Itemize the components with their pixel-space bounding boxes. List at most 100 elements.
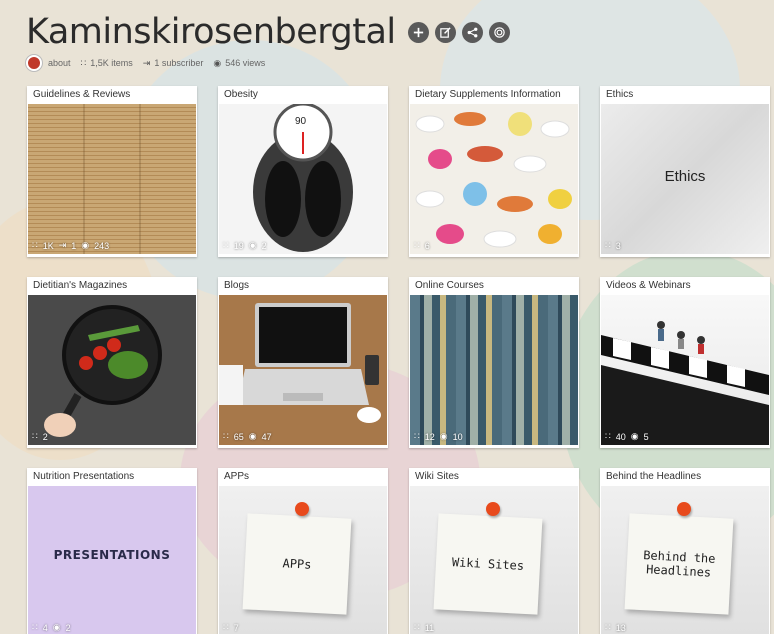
tile-label: Behind the Headlines (606, 471, 702, 482)
svg-text:90: 90 (295, 116, 307, 127)
plus-icon[interactable] (407, 21, 429, 43)
tile-stats: ∷ 19 ◉ 2 (223, 240, 272, 251)
tile-obesity[interactable]: Obesity 90 ∷ 19 ◉ 2 (218, 86, 388, 257)
eye-icon: ◉ (248, 431, 257, 441)
tile-label: Wiki Sites (415, 471, 459, 482)
grid-icon: ∷ (605, 622, 611, 632)
items-stat: 12 (424, 431, 435, 442)
target-icon[interactable] (488, 21, 510, 43)
newspaper-image (28, 104, 196, 254)
grid-icon: ∷ (32, 431, 38, 441)
items-label: 1,5K items (90, 58, 133, 68)
views-stat: 2 (65, 622, 71, 633)
tile-dietary-supplements[interactable]: Dietary Supplements Information ∷ 6 (409, 86, 579, 257)
sticky-note-image: Behind the Headlines (601, 486, 769, 634)
laptop-image (219, 295, 387, 445)
collection-grid: Guidelines & Reviews ∷ 1K ⇥ 1 ◉ 243 Obesity (27, 86, 770, 634)
items-stat: 4 (42, 622, 48, 633)
collection-header: Kaminskirosenbergtal about ∷ 1,5K items ⇥… (26, 10, 510, 71)
grid-icon: ∷ (414, 240, 420, 250)
items-stat: 65 (233, 431, 244, 442)
pills-image (410, 104, 578, 254)
tile-ethics[interactable]: Ethics Ethics ∷ 3 (600, 86, 770, 257)
eye-icon: ◉ (81, 240, 90, 250)
tile-label: Blogs (224, 280, 250, 291)
pin-icon (486, 502, 500, 516)
tile-label: Ethics (606, 89, 634, 100)
views-stat: 5 (643, 431, 649, 442)
grid-icon: ∷ (414, 431, 420, 441)
subscriber-label: 1 subscriber (154, 58, 204, 68)
page-title: Kaminskirosenbergtal (26, 12, 396, 52)
tile-stats: ∷ 2 (32, 431, 53, 442)
grid-icon: ∷ (32, 622, 38, 632)
about-label: about (48, 58, 71, 68)
subscribers-stat: 1 (71, 240, 77, 251)
tile-label: Videos & Webinars (606, 280, 691, 291)
tile-apps[interactable]: APPs APPs ∷ 7 (218, 468, 388, 634)
items-stat: 6 (424, 240, 430, 251)
scale-image: 90 (219, 104, 387, 254)
tile-nutrition-presentations[interactable]: Nutrition Presentations PRESENTATIONS ∷ 4… (27, 468, 197, 634)
sticky-note: Behind the Headlines (624, 513, 734, 615)
paper-image: Ethics (601, 104, 769, 254)
tile-wiki-sites[interactable]: Wiki Sites Wiki Sites ∷ 11 (409, 468, 579, 634)
tile-stats: ∷ 6 (414, 240, 435, 251)
tile-stats: ∷ 13 (605, 622, 631, 633)
tile-stats: ∷ 65 ◉ 47 (223, 431, 277, 442)
items-stat: 2 (42, 431, 48, 442)
grid-icon: ∷ (223, 431, 229, 441)
eye-icon: ◉ (248, 240, 257, 250)
image-caption: APPs (282, 556, 312, 572)
grid-icon: ∷ (414, 622, 420, 632)
sticky-note-image: APPs (219, 486, 387, 634)
collection-page: Kaminskirosenbergtal about ∷ 1,5K items ⇥… (0, 0, 774, 634)
tile-stats: ∷ 3 (605, 240, 626, 251)
tile-label: Online Courses (415, 280, 484, 291)
tile-stats: ∷ 11 (414, 622, 439, 633)
image-caption: Behind the Headlines (642, 548, 716, 580)
tile-label: Dietitian's Magazines (33, 280, 128, 291)
items-stat: 1K (42, 240, 54, 251)
tile-label: Nutrition Presentations (33, 471, 135, 482)
tile-label: Dietary Supplements Information (415, 89, 561, 100)
tile-stats: ∷ 40 ◉ 5 (605, 431, 654, 442)
eye-icon: ◉ (630, 431, 639, 441)
edit-icon[interactable] (434, 21, 456, 43)
tile-dietitians-magazines[interactable]: Dietitian's Magazines ∷ 2 (27, 277, 197, 448)
grid-icon: ∷ (605, 240, 611, 250)
grid-icon: ∷ (223, 622, 229, 632)
sticky-note: Wiki Sites (433, 513, 543, 615)
avatar[interactable] (26, 55, 42, 71)
about-link[interactable]: about (48, 58, 71, 68)
image-caption: PRESENTATIONS (53, 548, 171, 562)
grid-icon: ∷ (605, 431, 611, 441)
items-stat: 11 (424, 622, 435, 633)
pan-vegetables-image (28, 295, 196, 445)
eye-icon: ◉ (52, 622, 61, 632)
views-label: 546 views (225, 58, 266, 68)
subscriber-count[interactable]: ⇥ 1 subscriber (143, 58, 204, 69)
tile-online-courses[interactable]: Online Courses ∷ 12 ◉ 10 (409, 277, 579, 448)
tile-guidelines-reviews[interactable]: Guidelines & Reviews ∷ 1K ⇥ 1 ◉ 243 (27, 86, 197, 257)
subscribe-icon: ⇥ (58, 240, 67, 250)
items-stat: 40 (615, 431, 626, 442)
tile-label: APPs (224, 471, 250, 482)
tile-behind-the-headlines[interactable]: Behind the Headlines Behind the Headline… (600, 468, 770, 634)
share-icon[interactable] (461, 21, 483, 43)
tile-stats: ∷ 12 ◉ 10 (414, 431, 468, 442)
image-caption: Wiki Sites (451, 555, 525, 573)
tile-stats: ∷ 1K ⇥ 1 ◉ 243 (32, 240, 114, 251)
tile-blogs[interactable]: Blogs ∷ 65 ◉ 47 (218, 277, 388, 448)
items-stat: 3 (615, 240, 621, 251)
views-stat: 243 (94, 240, 110, 251)
pin-icon (295, 502, 309, 516)
views-stat: 47 (261, 431, 272, 442)
tile-videos-webinars[interactable]: Videos & Webinars ∷ 40 ◉ 5 (600, 277, 770, 448)
grid-icon: ∷ (32, 240, 38, 250)
views-stat: 2 (261, 240, 267, 251)
collection-meta: about ∷ 1,5K items ⇥ 1 subscriber ◉ 546 vie… (26, 55, 510, 71)
sticky-note-image: Wiki Sites (410, 486, 578, 634)
eye-icon: ◉ (439, 431, 448, 441)
tile-label: Guidelines & Reviews (33, 89, 131, 100)
